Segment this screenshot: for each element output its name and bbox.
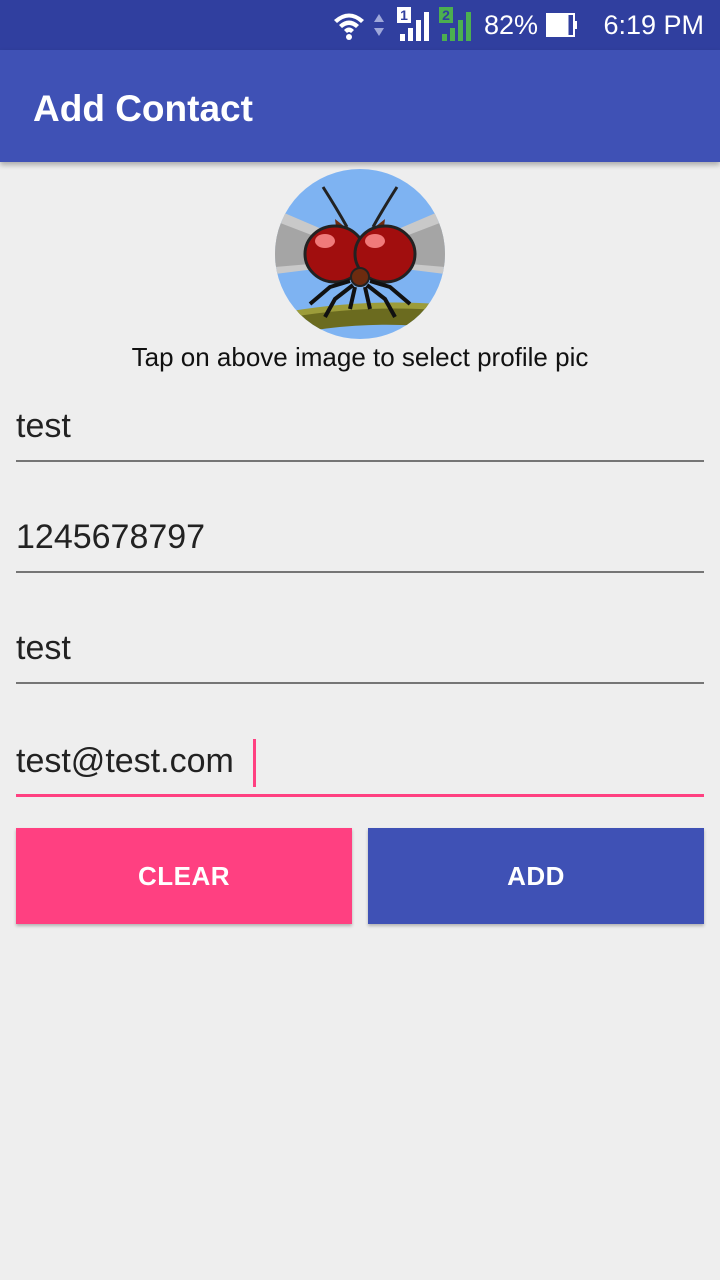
profile-pic-hint: Tap on above image to select profile pic: [131, 342, 589, 372]
name-field[interactable]: [16, 392, 704, 462]
email-field[interactable]: [16, 727, 704, 797]
clear-button[interactable]: CLEAR: [16, 828, 352, 924]
name-underline: [16, 460, 704, 462]
third-underline: [16, 682, 704, 684]
status-bar: 1 2 82% 6:19 PM: [0, 0, 720, 50]
text-cursor: [253, 739, 256, 787]
sim2-label: 2: [442, 7, 450, 23]
third-input[interactable]: [16, 614, 704, 682]
phone-underline: [16, 571, 704, 573]
profile-pic[interactable]: [275, 169, 445, 339]
phone-input[interactable]: [16, 503, 704, 571]
sim1-signal-icon: 1: [397, 7, 429, 41]
add-button[interactable]: ADD: [368, 828, 704, 924]
battery-percent: 82%: [484, 10, 539, 40]
sim1-label: 1: [400, 7, 408, 23]
phone-field[interactable]: [16, 503, 704, 573]
third-field[interactable]: [16, 614, 704, 684]
battery-icon: [546, 13, 577, 37]
fly-image: [275, 169, 445, 339]
clock: 6:19 PM: [603, 10, 704, 40]
email-underline: [16, 794, 704, 797]
wifi-icon: [334, 13, 364, 40]
data-arrows-icon: [374, 14, 384, 36]
name-input[interactable]: [16, 392, 704, 460]
sim2-signal-icon: 2: [439, 7, 471, 41]
email-input[interactable]: [16, 727, 704, 795]
app-bar: Add Contact: [0, 50, 720, 162]
page-title: Add Contact: [33, 88, 253, 129]
